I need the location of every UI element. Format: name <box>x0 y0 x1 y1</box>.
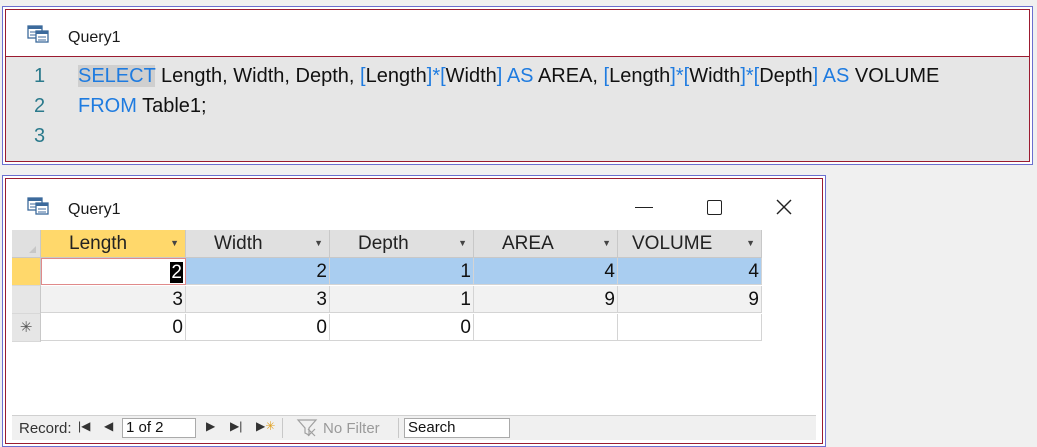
keyword-as: AS <box>506 65 534 87</box>
table-cell-area[interactable]: 4 <box>474 258 618 285</box>
column-header-volume[interactable]: VOLUME ▼ <box>618 230 762 258</box>
row-selector[interactable] <box>12 258 41 286</box>
close-icon <box>776 199 792 215</box>
table-cell-volume[interactable]: 9 <box>618 286 762 313</box>
query-icon <box>27 25 49 43</box>
table-cell-depth[interactable]: 1 <box>330 258 474 285</box>
table-cell-volume[interactable] <box>618 314 762 341</box>
operator: * <box>432 65 441 87</box>
column-header-label: AREA <box>502 233 554 254</box>
line-number: 1 <box>34 65 46 87</box>
close-button[interactable] <box>764 193 804 221</box>
row-selector[interactable] <box>12 286 41 314</box>
chevron-down-icon[interactable]: ▼ <box>314 230 323 257</box>
column-header-label: Width <box>214 233 263 254</box>
code-segment: AREA, <box>533 65 604 87</box>
line-number: 3 <box>34 125 46 147</box>
code-segment: Length <box>365 65 427 87</box>
previous-record-button[interactable]: ◀ <box>104 419 113 433</box>
code-text[interactable]: SELECT Length, Width, Depth, [Length]*[W… <box>78 61 939 91</box>
code-line-2[interactable]: 2 FROM Table1; <box>6 91 1029 121</box>
table-cell-length[interactable]: 2 <box>41 258 186 285</box>
code-line-3[interactable]: 3 <box>6 121 1029 151</box>
table-cell-width[interactable]: 3 <box>186 286 330 313</box>
last-record-button[interactable]: ▶| <box>230 419 242 433</box>
next-record-button[interactable]: ▶ <box>206 419 215 433</box>
keyword-select: SELECT <box>78 65 156 87</box>
select-all-button[interactable] <box>12 230 41 258</box>
chevron-down-icon[interactable]: ▼ <box>602 230 611 257</box>
current-record-input[interactable]: 1 of 2 <box>122 418 196 438</box>
search-input[interactable]: Search <box>404 418 510 438</box>
chevron-down-icon[interactable]: ▼ <box>170 230 179 257</box>
datasheet-window: Query1 Length ▼ Width ▼ Depth ▼ AREA ▼ V… <box>2 175 826 447</box>
table-cell-width[interactable]: 0 <box>186 314 330 341</box>
code-segment: Width <box>445 65 497 87</box>
column-header-label: Depth <box>358 233 409 254</box>
divider <box>398 418 399 438</box>
new-record-button[interactable]: ▶✳ <box>256 419 275 433</box>
code-segment: Length <box>609 65 671 87</box>
sql-query-window: Query1 1 SELECT Length, Width, Depth, [L… <box>2 6 1033 165</box>
no-filter-button[interactable]: No Filter <box>323 420 380 437</box>
table-cell-length[interactable]: 0 <box>41 314 186 341</box>
maximize-icon <box>706 199 722 215</box>
table-cell-length[interactable]: 3 <box>41 286 186 313</box>
new-record-icon: ✳ <box>12 314 41 342</box>
record-navigation-bar: Record: |◀ ◀ 1 of 2 ▶ ▶| ▶✳ No Filter Se… <box>12 415 816 440</box>
column-header-label: VOLUME <box>632 233 713 254</box>
code-line-1[interactable]: 1 SELECT Length, Width, Depth, [Length]*… <box>6 61 1029 91</box>
table-cell-depth[interactable]: 0 <box>330 314 474 341</box>
keyword-from: FROM <box>78 95 137 117</box>
column-header-area[interactable]: AREA ▼ <box>474 230 618 258</box>
column-header-label: Length <box>69 233 128 254</box>
code-segment: VOLUME <box>849 65 940 87</box>
line-number: 2 <box>34 95 46 117</box>
record-label: Record: <box>19 420 72 437</box>
first-record-button[interactable]: |◀ <box>78 419 90 433</box>
column-header-depth[interactable]: Depth ▼ <box>330 230 474 258</box>
operator: * <box>675 65 684 87</box>
table-cell-volume[interactable]: 4 <box>618 258 762 285</box>
sql-editor[interactable]: 1 SELECT Length, Width, Depth, [Length]*… <box>6 57 1029 161</box>
divider <box>282 418 283 438</box>
chevron-down-icon[interactable]: ▼ <box>746 230 755 257</box>
filter-icon[interactable] <box>296 418 318 438</box>
minimize-button[interactable] <box>624 193 664 221</box>
column-header-width[interactable]: Width ▼ <box>186 230 330 258</box>
code-text[interactable]: FROM Table1; <box>78 91 207 121</box>
column-header-length[interactable]: Length ▼ <box>41 230 186 258</box>
operator: * <box>745 65 754 87</box>
code-segment: Table1; <box>136 95 207 117</box>
table-cell-area[interactable] <box>474 314 618 341</box>
minimize-icon <box>635 206 653 208</box>
table-cell-area[interactable]: 9 <box>474 286 618 313</box>
chevron-down-icon[interactable]: ▼ <box>458 230 467 257</box>
table-cell-depth[interactable]: 1 <box>330 286 474 313</box>
table-cell-width[interactable]: 2 <box>186 258 330 285</box>
code-segment: Depth <box>759 65 813 87</box>
sql-window-titlebar: Query1 <box>6 10 1029 57</box>
sql-window-title: Query1 <box>68 29 121 46</box>
maximize-button[interactable] <box>694 193 734 221</box>
code-segment: Length, Width, Depth, <box>155 65 361 87</box>
code-segment: Width <box>689 65 741 87</box>
datasheet-grid: Length ▼ Width ▼ Depth ▼ AREA ▼ VOLUME ▼… <box>12 230 816 414</box>
cell-value: 2 <box>170 262 183 283</box>
query-icon <box>27 197 49 215</box>
datasheet-titlebar: Query1 <box>6 179 822 229</box>
datasheet-title: Query1 <box>68 201 121 218</box>
keyword-as: AS <box>822 65 850 87</box>
